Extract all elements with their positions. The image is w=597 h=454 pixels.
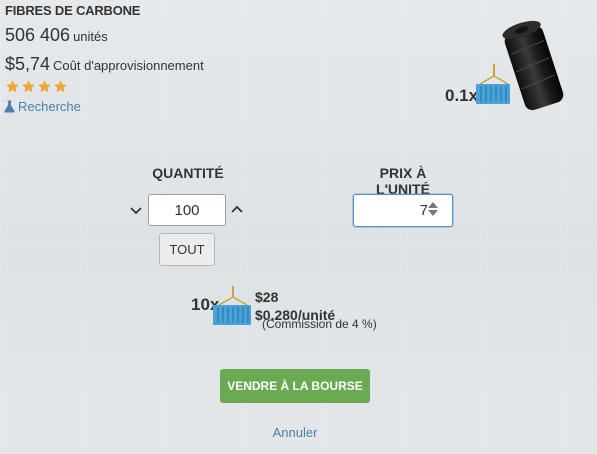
all-button[interactable]: TOUT bbox=[159, 233, 215, 266]
stock-units: 506 406 unités bbox=[5, 25, 108, 46]
unit-price-label: PRIX À L'UNITÉ bbox=[376, 165, 430, 197]
star-icon bbox=[38, 80, 51, 93]
unit-price-field bbox=[353, 194, 453, 227]
shipping-container-icon bbox=[213, 286, 251, 325]
research-label: Recherche bbox=[18, 99, 81, 114]
units-label: unités bbox=[73, 29, 108, 44]
commission-note: (Commission de 4 %) bbox=[262, 317, 377, 331]
cost-label: Coût d'approvisionnement bbox=[53, 58, 204, 73]
quantity-label: QUANTITÉ bbox=[152, 165, 224, 181]
sell-on-exchange-button[interactable]: VENDRE À LA BOURSE bbox=[220, 369, 370, 403]
unit-price-input[interactable] bbox=[356, 195, 428, 226]
sale-total: $28 bbox=[255, 289, 279, 305]
chevron-up-icon[interactable] bbox=[229, 201, 245, 217]
sourcing-cost: $5,74 Coût d'approvisionnement bbox=[5, 54, 204, 75]
price-spinner bbox=[428, 202, 438, 216]
star-icon bbox=[6, 80, 19, 93]
quality-rating bbox=[5, 79, 68, 94]
cost-value: $5,74 bbox=[5, 54, 51, 74]
star-icon bbox=[22, 80, 35, 93]
units-value: 506 406 bbox=[5, 25, 71, 45]
product-title: FIBRES DE CARBONE bbox=[5, 3, 141, 18]
spinner-down-icon[interactable] bbox=[428, 210, 438, 216]
cancel-link[interactable]: Annuler bbox=[255, 425, 335, 440]
shipping-container-icon bbox=[476, 64, 510, 104]
star-icon bbox=[54, 80, 67, 93]
research-link[interactable]: Recherche bbox=[4, 99, 81, 114]
spinner-up-icon[interactable] bbox=[428, 202, 438, 208]
quantity-input[interactable] bbox=[148, 194, 226, 226]
chevron-down-icon[interactable] bbox=[128, 203, 144, 219]
flask-icon bbox=[4, 100, 15, 113]
